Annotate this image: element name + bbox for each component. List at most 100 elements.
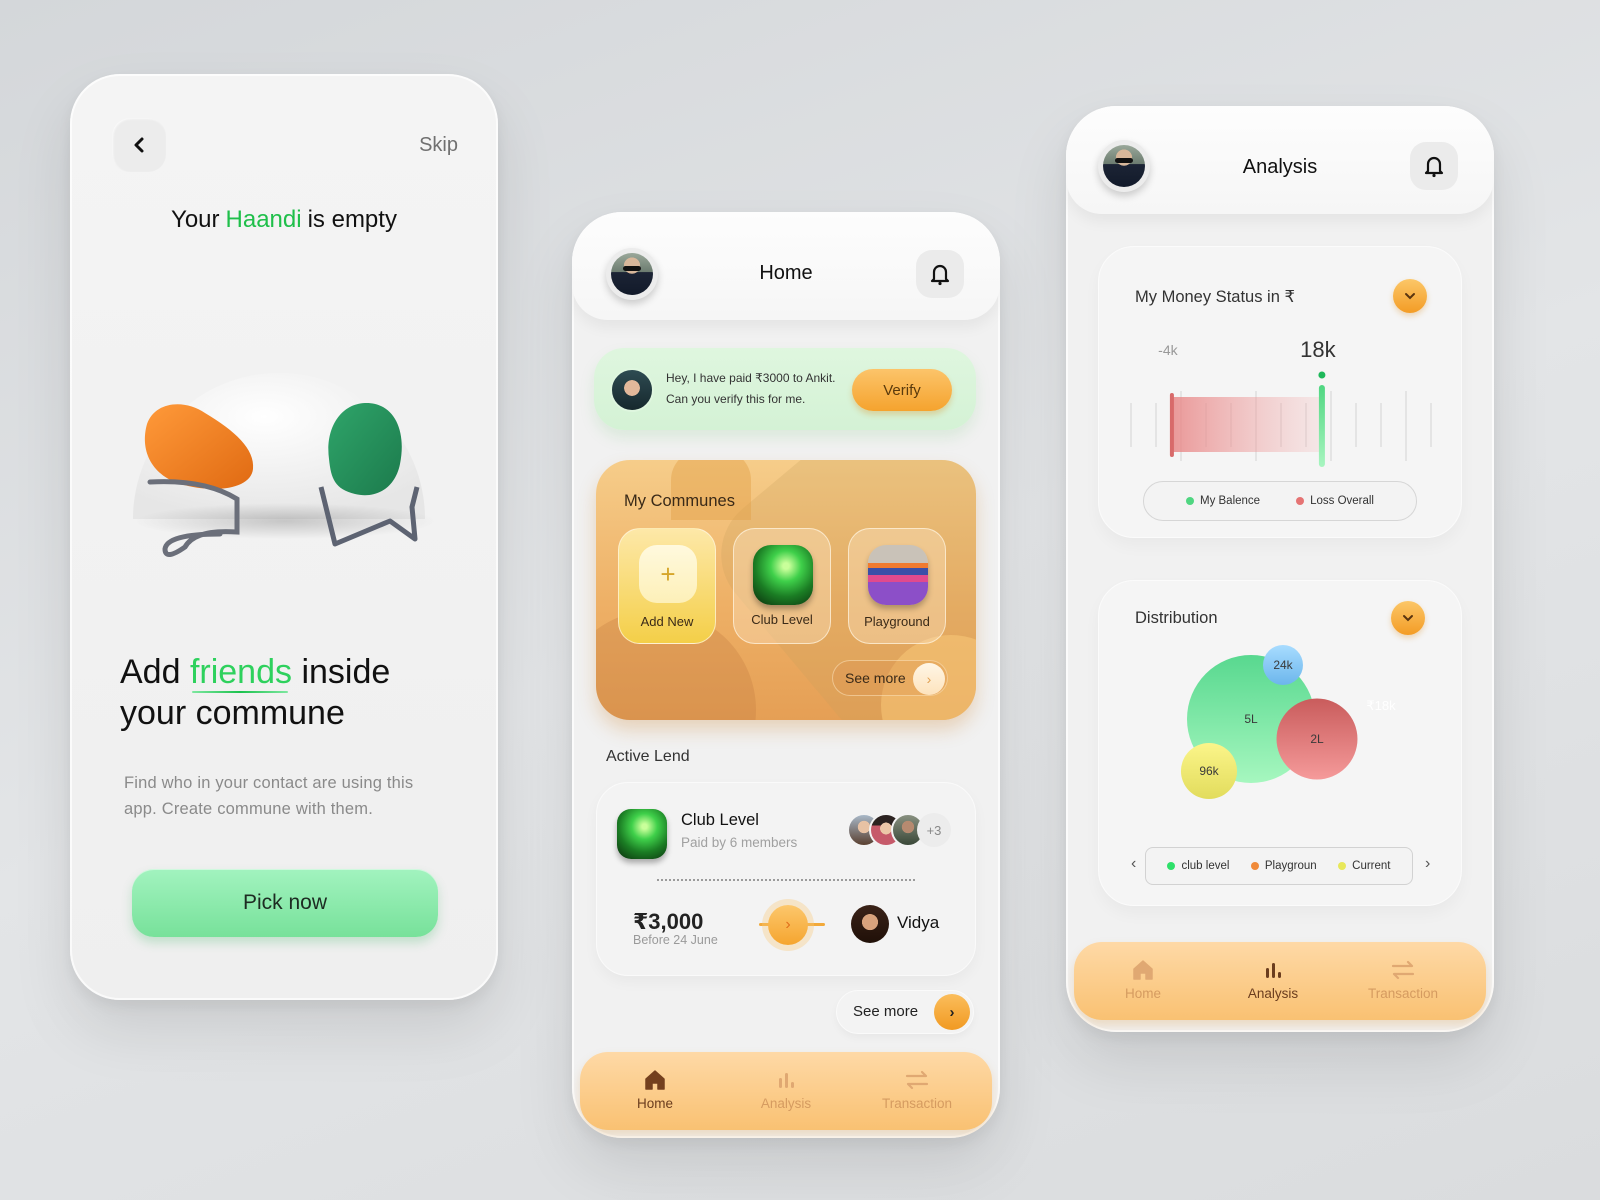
legend-label: Loss Overall [1310, 495, 1374, 507]
lend-due-date: Before 24 June [633, 933, 718, 947]
chevron-down-icon [1405, 293, 1415, 300]
tab-home[interactable]: Home [1088, 956, 1198, 1001]
legend-label: My Balence [1199, 495, 1261, 507]
lend-title: Club Level [681, 811, 759, 829]
legend-prev-button[interactable]: ‹ [1131, 855, 1136, 873]
money-status-legend: My Balence Loss Overall [1143, 481, 1417, 521]
money-status-title: My Money Status in ₹ [1135, 288, 1295, 306]
top-bar: Home [572, 212, 1000, 320]
tab-transaction[interactable]: Transaction [862, 1066, 972, 1111]
legend-next-button[interactable]: › [1425, 855, 1430, 873]
description: Find who in your contact are using this … [124, 774, 414, 818]
legend-item-loss: Loss Overall [1296, 495, 1374, 507]
pick-now-button[interactable]: Pick now [132, 869, 438, 937]
money-status-chart: -4k 18k [1130, 337, 1432, 467]
legend-item: Current [1338, 860, 1391, 872]
add-new-commune-button[interactable]: + Add New [618, 528, 716, 644]
my-communes-card: My Communes + Add New Club Level Playgro… [596, 460, 976, 720]
money-status-card: My Money Status in ₹ -4k 18k My Balence … [1098, 246, 1462, 538]
notification-message: Hey, I have paid ₹3000 to Ankit. Can you… [666, 368, 836, 410]
distribution-annotation: ₹18k [1366, 698, 1396, 713]
playground-image [868, 545, 928, 605]
empty-title-post: is empty [307, 206, 397, 233]
chevron-right-icon: › [913, 663, 945, 695]
analysis-screen: Analysis My Money Status in ₹ -4k 18k My… [1066, 106, 1494, 1032]
see-more-button[interactable]: See more › [836, 990, 974, 1034]
back-button[interactable] [112, 118, 166, 172]
lend-subtitle: Paid by 6 members [681, 835, 798, 850]
chevron-left-icon [134, 137, 144, 153]
balance-dot [1318, 371, 1326, 379]
legend-label: club level [1181, 860, 1230, 872]
club-image [617, 809, 667, 859]
skip-link[interactable]: Skip [419, 134, 458, 157]
distribution-dropdown[interactable] [1391, 601, 1425, 635]
bell-icon [930, 264, 950, 286]
see-more-label: See more [845, 670, 906, 686]
club-image [753, 545, 813, 605]
commune-tile-playground[interactable]: Playground [848, 528, 946, 644]
transfer-arrows-icon [1391, 960, 1415, 980]
empty-title: Your Haandi is empty [70, 206, 498, 234]
distribution-title: Distribution [1135, 609, 1218, 627]
communes-see-more-button[interactable]: See more › [832, 660, 948, 696]
more-members-count: +3 [917, 813, 951, 847]
bubble-label: 2L [1310, 732, 1324, 746]
headline-highlight: friends [189, 653, 293, 691]
loss-marker [1169, 393, 1174, 457]
chevron-right-icon[interactable]: › [768, 905, 808, 945]
plus-icon: + [639, 545, 697, 603]
empty-title-pre: Your [171, 206, 220, 233]
active-lend-heading: Active Lend [606, 748, 690, 765]
tile-label: Playground [864, 614, 930, 629]
tile-label: Add New [640, 614, 694, 629]
legend-label: Playgroun [1264, 860, 1317, 872]
bottom-tab-bar: Home Analysis Transaction [1074, 942, 1486, 1020]
notifications-button[interactable] [916, 250, 964, 298]
top-bar: Analysis [1066, 106, 1494, 214]
balance-value-label: 18k [1300, 337, 1336, 362]
recipient-avatar [851, 905, 889, 943]
bar-chart-icon [779, 1073, 794, 1088]
legend-item-balance: My Balence [1185, 495, 1261, 507]
lend-amount: ₹3,000 [633, 909, 704, 934]
tab-label: Transaction [1367, 986, 1439, 1001]
tab-label: Analysis [1247, 986, 1299, 1001]
chevron-right-icon: › [934, 994, 970, 1030]
tab-label: Home [1124, 986, 1161, 1001]
active-lend-card[interactable]: Club Level Paid by 6 members +3 ₹3,000 B… [596, 782, 976, 976]
commune-tile-club-level[interactable]: Club Level [733, 528, 831, 644]
verify-button[interactable]: Verify [852, 369, 952, 411]
loss-range-bar [1171, 397, 1322, 452]
notifications-button[interactable] [1410, 142, 1458, 190]
notification-line1: Hey, I have paid ₹3000 to Ankit. [666, 371, 836, 385]
bell-icon [1424, 156, 1444, 178]
empty-title-highlight: Haandi [225, 206, 302, 233]
bar-chart-icon [1266, 963, 1281, 978]
tile-label: Club Level [751, 612, 813, 627]
distribution-card: Distribution 5L 24k 2L 96k ₹18k ‹ club leve… [1098, 580, 1462, 906]
tab-analysis[interactable]: Analysis [1218, 956, 1328, 1001]
distribution-chart: 5L 24k 2L 96k ₹18k [1180, 645, 1396, 800]
headline-post: inside [301, 653, 391, 691]
divider [657, 879, 915, 881]
tab-analysis[interactable]: Analysis [731, 1066, 841, 1111]
legend-label: Current [1352, 860, 1391, 872]
bottom-tab-bar: Home Analysis Transaction [580, 1052, 992, 1130]
tab-label: Home [636, 1096, 673, 1111]
sender-avatar [610, 368, 654, 412]
verify-request-card: Hey, I have paid ₹3000 to Ankit. Can you… [594, 348, 976, 430]
transfer-arrows-icon [905, 1070, 929, 1090]
balance-marker [1318, 385, 1325, 467]
home-icon [645, 1070, 665, 1090]
legend-item: club level [1167, 860, 1229, 872]
notification-line2: Can you verify this for me. [666, 392, 806, 406]
home-screen: Home Hey, I have paid ₹3000 to Ankit. Ca… [572, 212, 1000, 1138]
recipient-name: Vidya [897, 913, 940, 932]
headline: Add friends inside your commune [120, 652, 390, 734]
member-avatars: +3 [847, 813, 951, 847]
tab-transaction[interactable]: Transaction [1348, 956, 1458, 1001]
money-status-dropdown[interactable] [1393, 279, 1427, 313]
tab-home[interactable]: Home [600, 1066, 710, 1111]
home-icon [1133, 960, 1153, 980]
